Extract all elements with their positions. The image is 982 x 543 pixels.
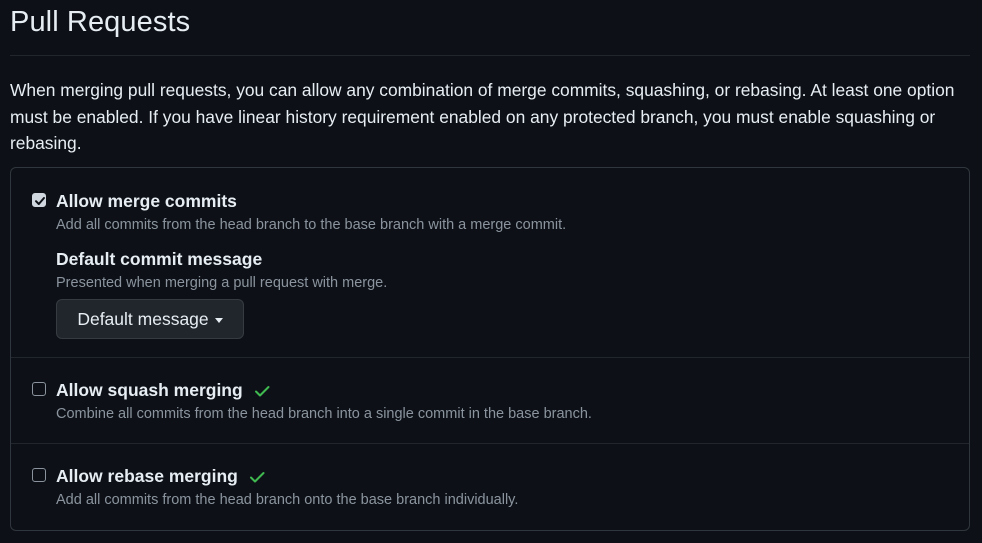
default-message-dropdown[interactable]: Default message xyxy=(56,299,244,339)
squash-merging-label-text: Allow squash merging xyxy=(56,380,243,400)
default-message-dropdown-label: Default message xyxy=(77,308,209,329)
rebase-merging-label-text: Allow rebase merging xyxy=(56,466,238,486)
page-title: Pull Requests xyxy=(10,6,191,38)
squash-merging-section: Allow squash merging Combine all commits… xyxy=(11,357,969,443)
check-icon xyxy=(249,471,265,482)
default-commit-message-label: Default commit message xyxy=(56,249,263,269)
merge-options-box: Allow merge commits Add all commits from… xyxy=(10,167,970,531)
merge-commits-label[interactable]: Allow merge commits xyxy=(56,191,237,212)
rebase-merging-section: Allow rebase merging Add all commits fro… xyxy=(11,443,969,531)
rebase-merging-note: Add all commits from the head branch ont… xyxy=(56,492,519,508)
rebase-merging-label[interactable]: Allow rebase merging xyxy=(56,466,266,487)
merge-commits-note: Add all commits from the head branch to … xyxy=(56,217,567,233)
pull-requests-settings: Pull Requests When merging pull requests… xyxy=(0,0,982,543)
title-divider xyxy=(10,55,970,56)
squash-merging-checkbox[interactable] xyxy=(32,382,46,396)
rebase-merging-checkbox[interactable] xyxy=(32,468,46,482)
squash-merging-label[interactable]: Allow squash merging xyxy=(56,380,271,401)
merge-commits-label-text: Allow merge commits xyxy=(56,191,237,211)
squash-merging-note: Combine all commits from the head branch… xyxy=(56,406,592,422)
checkmark-icon xyxy=(35,197,45,205)
merge-commits-section: Allow merge commits Add all commits from… xyxy=(11,168,969,357)
check-icon xyxy=(254,385,270,396)
merge-commits-checkbox[interactable] xyxy=(32,193,46,207)
default-commit-message-note: Presented when merging a pull request wi… xyxy=(56,275,388,291)
section-description: When merging pull requests, you can allo… xyxy=(10,80,955,153)
caret-down-icon xyxy=(214,317,223,323)
